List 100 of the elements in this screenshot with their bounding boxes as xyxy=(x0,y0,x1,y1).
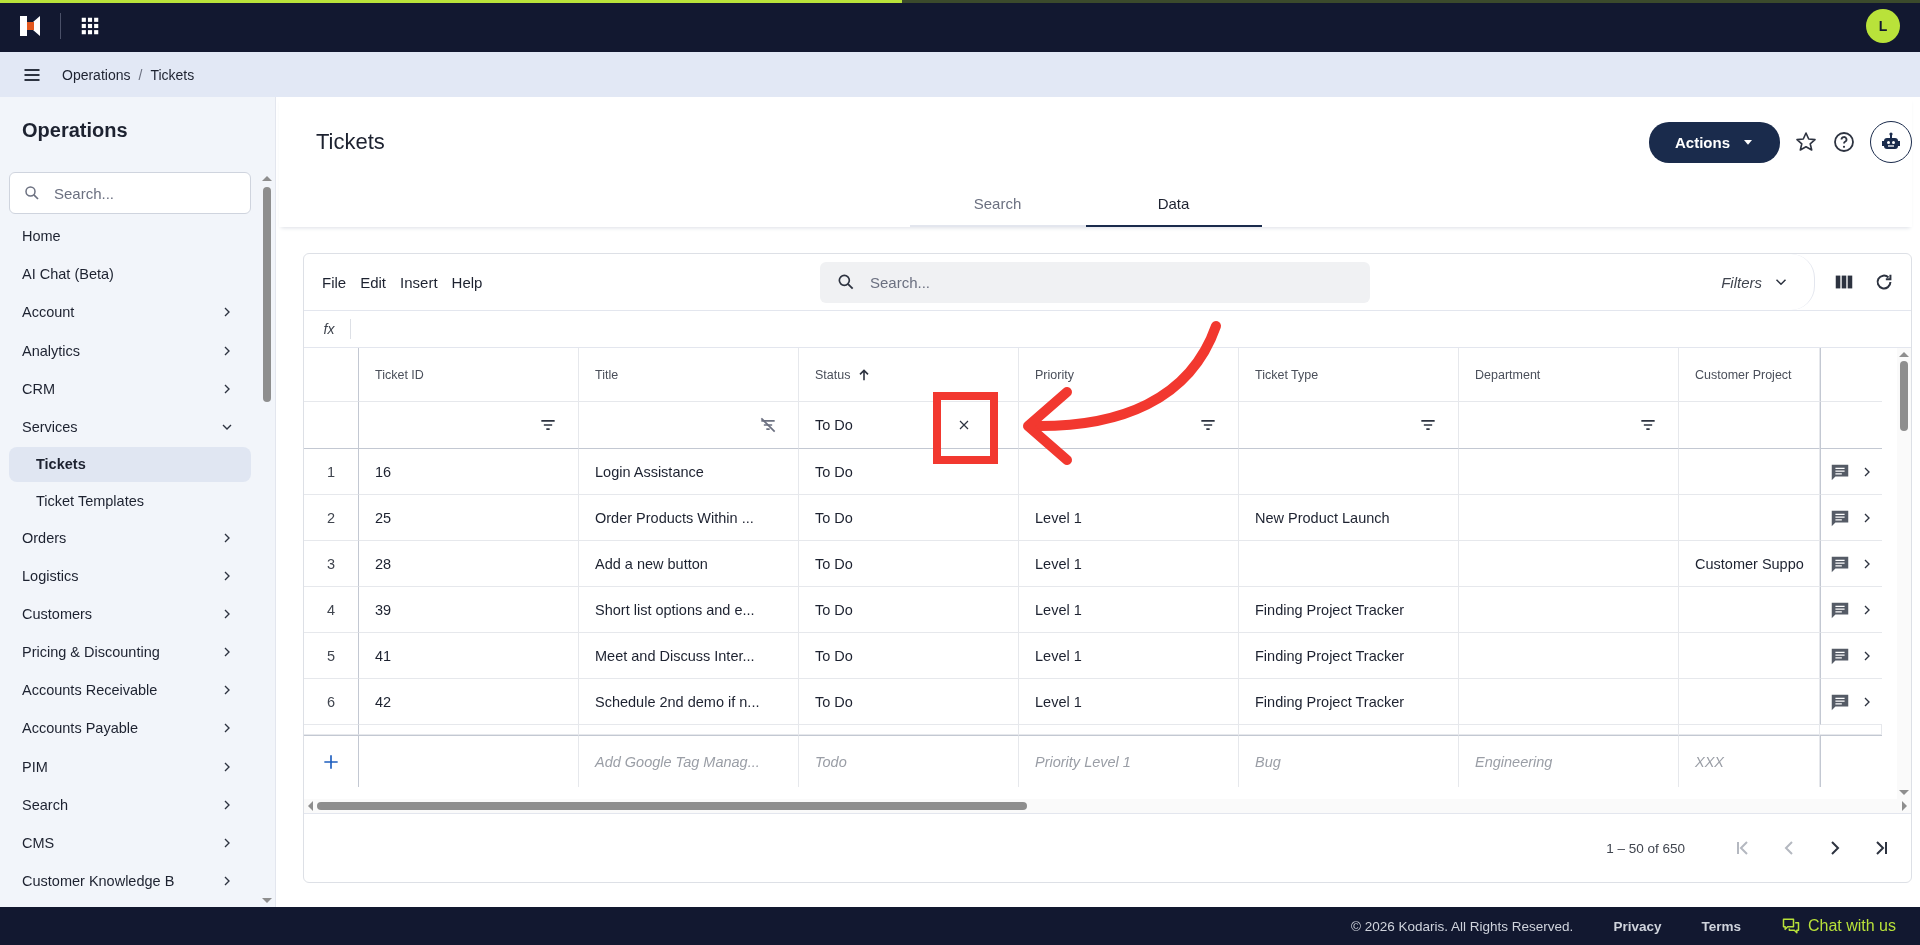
filter-cell[interactable]: To Do xyxy=(799,402,1019,449)
sidebar-item[interactable]: Orders xyxy=(9,519,251,557)
table-cell: To Do xyxy=(799,587,1019,633)
filter-cell[interactable] xyxy=(359,402,579,449)
highlight-frame xyxy=(933,392,998,464)
sidebar-item[interactable]: Search xyxy=(9,786,251,823)
user-avatar[interactable]: L xyxy=(1866,9,1900,43)
table-cell: 41 xyxy=(359,633,579,679)
filter-value: To Do xyxy=(815,417,853,433)
table-cell: Finding Project Tracker xyxy=(1239,587,1459,633)
apps-grid-icon[interactable] xyxy=(79,15,101,37)
tab[interactable]: Data xyxy=(1085,185,1262,227)
sidebar-item[interactable]: Customer Knowledge B xyxy=(9,862,251,900)
table-cell: Login Assistance xyxy=(579,449,799,495)
row-number: 3 xyxy=(304,541,359,587)
table-cell: 16 xyxy=(359,449,579,495)
sidebar-item[interactable]: Account xyxy=(9,294,251,331)
filter-cell[interactable] xyxy=(1239,402,1459,449)
table-cell: Finding Project Tracker xyxy=(1239,679,1459,725)
table-cell: 39 xyxy=(359,587,579,633)
filters-dropdown[interactable]: Filters xyxy=(1721,254,1815,310)
table-cell: Meet and Discuss Inter... xyxy=(579,633,799,679)
column-header[interactable]: Status xyxy=(799,348,1019,402)
sidebar-title: Operations xyxy=(21,118,129,143)
filter-cell[interactable] xyxy=(1459,402,1679,449)
table-cell: Level 1 xyxy=(1019,679,1239,725)
sidebar-item[interactable]: Services xyxy=(9,408,251,445)
scrollbar[interactable] xyxy=(304,799,1911,814)
sidebar-item[interactable]: Customers xyxy=(9,595,251,633)
filter-cell[interactable] xyxy=(1679,402,1820,449)
table-cell: 28 xyxy=(359,541,579,587)
search-icon xyxy=(836,272,856,292)
scrollbar[interactable] xyxy=(1897,348,1911,799)
row-number: 4 xyxy=(304,587,359,633)
footer-link[interactable]: Privacy xyxy=(1613,918,1662,934)
table-cell: Customer Suppo xyxy=(1679,541,1820,587)
column-header[interactable]: Ticket ID xyxy=(359,348,579,402)
star-icon[interactable] xyxy=(1794,130,1818,154)
row-number: 1 xyxy=(304,449,359,495)
column-header[interactable]: Customer Project xyxy=(1679,348,1820,402)
header-cell xyxy=(1820,402,1882,449)
sidebar-item[interactable]: CMS xyxy=(9,824,251,861)
sidebar-item[interactable]: AI Chat (Beta) xyxy=(9,256,251,293)
help-icon[interactable] xyxy=(1832,130,1856,154)
sidebar-item[interactable]: PIM xyxy=(9,748,251,785)
header-cell xyxy=(304,348,359,402)
sidebar-item[interactable]: Accounts Receivable xyxy=(9,672,251,709)
tab[interactable]: Search xyxy=(909,185,1086,227)
column-header[interactable]: Ticket Type xyxy=(1239,348,1459,402)
table-cell: To Do xyxy=(799,633,1019,679)
menu-item[interactable]: File xyxy=(322,273,347,291)
menu-item[interactable]: Edit xyxy=(360,273,387,291)
header-cell xyxy=(304,402,359,449)
sidebar-item[interactable]: Home xyxy=(9,218,251,255)
table-cell: New Product Launch xyxy=(1239,495,1459,541)
search-icon xyxy=(23,184,41,202)
row-number: 2 xyxy=(304,495,359,541)
sidebar-item[interactable]: Pricing & Discounting xyxy=(9,634,251,671)
table-cell: 42 xyxy=(359,679,579,725)
table-cell: To Do xyxy=(799,495,1019,541)
search-field[interactable]: Search... xyxy=(9,172,251,214)
column-header[interactable]: Department xyxy=(1459,348,1679,402)
table-cell: Finding Project Tracker xyxy=(1239,633,1459,679)
pagination-range: 1 – 50 of 650 xyxy=(1606,840,1685,856)
sidebar-item[interactable]: Accounts Payable xyxy=(9,710,251,747)
sidebar-item[interactable]: Ticket Templates xyxy=(9,483,251,519)
copyright-text: © 2026 Kodaris. All Rights Reserved. xyxy=(1351,918,1574,934)
breadcrumb-separator: / xyxy=(138,66,143,83)
table-cell: Short list options and e... xyxy=(579,587,799,633)
actions-button[interactable]: Actions xyxy=(1649,121,1780,163)
table-cell: 25 xyxy=(359,495,579,541)
table-cell: Level 1 xyxy=(1019,495,1239,541)
sidebar-item[interactable]: Analytics xyxy=(9,332,251,369)
filter-cell[interactable] xyxy=(579,402,799,449)
table-cell: Schedule 2nd demo if n... xyxy=(579,679,799,725)
breadcrumb-link[interactable]: Operations xyxy=(62,66,131,83)
filter-cell[interactable] xyxy=(1019,402,1239,449)
table-cell: To Do xyxy=(799,679,1019,725)
table-cell: Order Products Within ... xyxy=(579,495,799,541)
table-cell: To Do xyxy=(799,541,1019,587)
sidebar-item[interactable]: Logistics xyxy=(9,557,251,595)
breadcrumb-link[interactable]: Tickets xyxy=(150,66,195,83)
assistant-button[interactable] xyxy=(1870,121,1912,163)
sidebar-item[interactable]: CRM xyxy=(9,370,251,407)
column-header[interactable]: Title xyxy=(579,348,799,402)
chat-link[interactable]: Chat with us xyxy=(1780,916,1896,936)
column-header[interactable]: Priority xyxy=(1019,348,1239,402)
footer-link[interactable]: Terms xyxy=(1701,918,1741,934)
formula-label: fx xyxy=(322,321,336,337)
search-field[interactable]: Search... xyxy=(820,261,1370,303)
table-cell: Add a new button xyxy=(579,541,799,587)
row-number: 5 xyxy=(304,633,359,679)
chat-bubbles-icon xyxy=(1780,916,1801,936)
table-cell: Level 1 xyxy=(1019,633,1239,679)
sidebar-item[interactable]: Tickets xyxy=(9,446,251,482)
menu-item[interactable]: Insert xyxy=(400,273,438,291)
table-cell: Level 1 xyxy=(1019,587,1239,633)
table-cell: To Do xyxy=(799,449,1019,495)
filter-off-icon[interactable] xyxy=(758,415,778,435)
menu-item[interactable]: Help xyxy=(451,273,483,291)
